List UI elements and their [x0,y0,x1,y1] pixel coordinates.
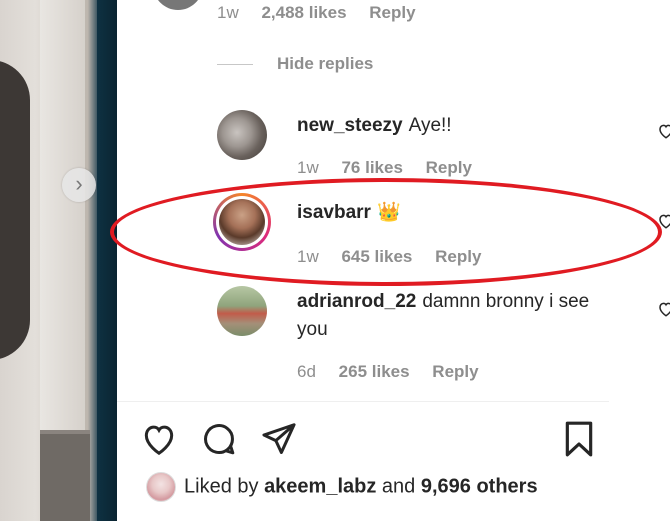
comment-time: 6d [297,362,316,381]
comment-username[interactable]: isavbarr [297,202,371,223]
reply-button[interactable]: Reply [435,247,481,266]
comment-icon[interactable] [199,420,239,458]
comment-time: 1w [217,3,239,22]
hide-replies-label: Hide replies [277,54,374,73]
liked-by-others[interactable]: 9,696 others [421,475,538,497]
liked-by-username[interactable]: akeem_labz [264,475,376,497]
post-photo [0,0,117,521]
avatar[interactable] [213,193,271,251]
avatar[interactable] [146,472,176,502]
comment-time: 1w [297,247,319,266]
avatar[interactable] [217,286,267,336]
comments-section: 1w 2,488 likes Reply Hide replies new_st… [117,0,670,400]
section-divider [117,401,609,402]
comment-meta: 1w 2,488 likes Reply [217,3,434,23]
hide-replies-button[interactable]: Hide replies [217,54,373,74]
reply-button[interactable]: Reply [432,362,478,381]
comment-meta: 1w 76 likes Reply [297,158,490,178]
liked-by-prefix: Liked by [184,475,259,498]
liked-by-conjunction: and [381,475,416,498]
comment-meta: 6d 265 likes Reply [297,362,497,382]
comment-time: 1w [297,158,319,177]
heart-icon[interactable] [657,300,670,318]
reply-button[interactable]: Reply [426,158,472,177]
heart-icon[interactable] [657,212,670,230]
comment-username[interactable]: new_steezy [297,115,403,136]
likes-count[interactable]: 645 likes [341,247,412,266]
crown-emoji: 👑 [376,202,401,223]
avatar-image [219,199,265,245]
likes-count[interactable]: 76 likes [341,158,402,177]
likes-count[interactable]: 2,488 likes [261,3,346,22]
share-icon[interactable] [259,420,299,458]
comment-text: isavbarr 👑 [297,199,597,227]
heart-icon[interactable] [657,122,670,140]
avatar[interactable] [217,110,267,160]
photo-figure [0,60,30,360]
liked-by: Liked by akeem_labz and 9,696 others [146,472,538,504]
divider-line [217,64,253,66]
comment-text: new_steezy Aye!! [297,112,597,140]
reply-button[interactable]: Reply [369,3,415,22]
bookmark-icon[interactable] [559,418,599,460]
comment-text: adrianrod_22 damnn bronny i see you [297,288,597,344]
photo-radiator [40,430,90,521]
comment-body: Aye!! [408,115,452,136]
photo-curtain [97,0,117,521]
avatar[interactable] [153,0,203,10]
likes-count[interactable]: 265 likes [339,362,410,381]
comment-meta: 1w 645 likes Reply [297,247,499,267]
next-photo-button[interactable]: › [62,168,96,202]
chevron-right-icon: › [75,171,83,196]
comment-username[interactable]: adrianrod_22 [297,291,416,312]
heart-icon[interactable] [139,420,179,458]
